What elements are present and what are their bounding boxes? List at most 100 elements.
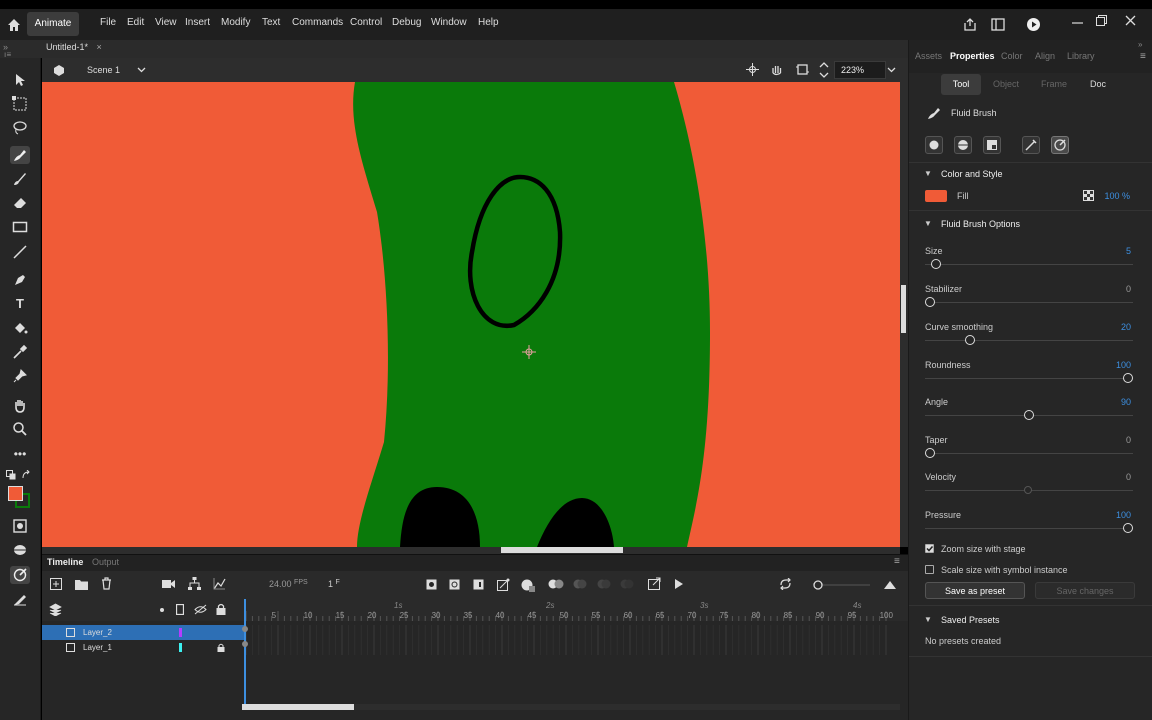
free-transform-tool-icon[interactable] [12, 96, 28, 112]
layer-name[interactable]: Layer_1 [83, 643, 112, 652]
param-value[interactable]: 0 [1126, 435, 1131, 445]
edit-multiple-icon[interactable] [597, 578, 611, 590]
tab-output[interactable]: Output [92, 557, 119, 567]
new-folder-icon[interactable] [75, 578, 88, 590]
param-slider-knob[interactable] [965, 335, 975, 345]
menu-control[interactable]: Control [350, 17, 382, 28]
param-value[interactable]: 5 [1126, 246, 1131, 256]
loop-icon[interactable] [779, 578, 792, 590]
default-colors-icon[interactable] [6, 470, 16, 480]
timeline-menu-icon[interactable]: ≡ [894, 556, 900, 567]
zoom-tool-icon[interactable] [12, 421, 28, 437]
pressure-toggle-button[interactable] [10, 566, 30, 584]
param-slider-knob[interactable] [925, 297, 935, 307]
color-swatches[interactable] [8, 486, 32, 510]
text-tool-icon[interactable]: T [10, 295, 30, 313]
more-tools-icon[interactable]: ••• [10, 445, 30, 463]
zoom-field[interactable]: 223% [834, 61, 886, 79]
zoom-dropdown-icon[interactable] [887, 67, 896, 73]
selection-tool-icon[interactable] [13, 73, 27, 87]
pen-tool-icon[interactable] [12, 272, 28, 288]
param-slider-track[interactable] [925, 302, 1133, 303]
layer-name[interactable]: Layer_2 [83, 628, 112, 637]
stage-canvas[interactable] [42, 82, 900, 547]
param-slider-track[interactable] [925, 453, 1133, 454]
insert-frame-icon[interactable] [473, 579, 484, 590]
param-slider-knob[interactable] [1123, 523, 1133, 533]
menu-modify[interactable]: Modify [221, 17, 250, 28]
panel-layout-icon[interactable] [991, 18, 1005, 31]
keyframe-marker[interactable] [242, 626, 248, 632]
modify-markers-icon[interactable] [620, 578, 634, 590]
highlight-layers-icon[interactable] [160, 608, 164, 612]
outline-layers-icon[interactable] [176, 604, 184, 615]
fill-color-swatch[interactable] [8, 486, 23, 501]
param-slider-track[interactable] [925, 340, 1133, 341]
tab-timeline[interactable]: Timeline [47, 557, 83, 567]
param-value[interactable]: 100 [1116, 510, 1131, 520]
menu-edit[interactable]: Edit [127, 17, 144, 28]
layer-row-layer-2[interactable]: Layer_2 [42, 625, 244, 640]
menu-text[interactable]: Text [262, 17, 280, 28]
minimize-icon[interactable] [1072, 21, 1083, 25]
layer-color-marker[interactable] [179, 643, 182, 652]
close-tab-icon[interactable]: × [97, 42, 102, 52]
hand-tool-icon[interactable] [12, 398, 28, 414]
menu-window[interactable]: Window [431, 17, 467, 28]
hide-layers-icon[interactable] [194, 604, 207, 615]
playhead[interactable] [244, 599, 246, 707]
test-movie-icon[interactable] [1026, 17, 1041, 32]
delete-layer-icon[interactable] [101, 577, 112, 590]
keyframe-icon[interactable] [426, 579, 437, 590]
param-value[interactable]: 100 [1116, 360, 1131, 370]
new-layer-icon[interactable] [50, 578, 62, 590]
timeline-scroll-thumb[interactable] [242, 704, 354, 710]
clear-frames-icon[interactable] [521, 578, 535, 592]
home-icon[interactable] [6, 17, 22, 33]
fps-display[interactable]: 24.00 FPS [269, 579, 308, 589]
layer-parenting-icon[interactable] [188, 577, 201, 590]
menu-help[interactable]: Help [478, 17, 499, 28]
param-slider-knob[interactable] [1024, 410, 1034, 420]
fluid-brush-tool-button[interactable] [10, 146, 30, 164]
frame-scale-slider[interactable] [812, 580, 872, 590]
save-changes-button[interactable]: Save changes [1035, 582, 1135, 599]
param-slider-track[interactable] [925, 264, 1133, 265]
frame-display[interactable]: 1 F [328, 579, 340, 589]
rectangle-tool-icon[interactable] [12, 220, 28, 234]
keyframe-marker[interactable] [242, 641, 248, 647]
zoom-stepper-icon[interactable] [819, 61, 829, 79]
stage-horizontal-scrollbar[interactable] [42, 547, 900, 554]
fit-frames-icon[interactable] [883, 579, 897, 590]
timeline-ruler[interactable]: 1s 2s 3s 4s 5 10 15 20 25 30 35 40 45 50 55 60 65 70 7… [244, 599, 908, 621]
chevron-down-icon[interactable]: ▼ [924, 615, 932, 624]
scale-size-checkbox[interactable] [925, 565, 934, 574]
onion-outline-icon[interactable] [573, 578, 587, 590]
restore-icon[interactable] [1096, 15, 1107, 26]
tween-icon[interactable] [497, 578, 510, 591]
horizontal-scroll-thumb[interactable] [501, 547, 623, 553]
param-value[interactable]: 20 [1121, 322, 1131, 332]
export-icon[interactable] [648, 577, 662, 590]
param-value[interactable]: 90 [1121, 397, 1131, 407]
layers-icon[interactable] [49, 603, 62, 616]
menu-view[interactable]: View [155, 17, 177, 28]
swap-colors-icon[interactable] [22, 470, 32, 480]
section-saved-presets[interactable]: Saved Presets [941, 615, 1000, 625]
paint-brush-tool-icon[interactable] [12, 171, 28, 187]
param-slider-knob[interactable] [1123, 373, 1133, 383]
edit-scene-icon[interactable] [52, 63, 66, 77]
param-value[interactable]: 0 [1126, 284, 1131, 294]
camera-icon[interactable] [162, 579, 175, 589]
line-tool-icon[interactable] [12, 244, 28, 260]
lock-layers-icon[interactable] [216, 603, 226, 615]
document-tab[interactable]: Untitled-1* × [46, 42, 102, 56]
app-name[interactable]: Animate [27, 12, 79, 36]
param-slider-knob[interactable] [931, 259, 941, 269]
zoom-size-checkbox[interactable] [925, 544, 934, 553]
scene-name[interactable]: Scene 1 [87, 65, 120, 75]
param-slider-knob[interactable] [925, 448, 935, 458]
layer-row-layer-1[interactable]: Layer_1 [42, 640, 244, 655]
center-stage-icon[interactable] [746, 63, 759, 76]
rotation-icon[interactable] [770, 63, 783, 76]
